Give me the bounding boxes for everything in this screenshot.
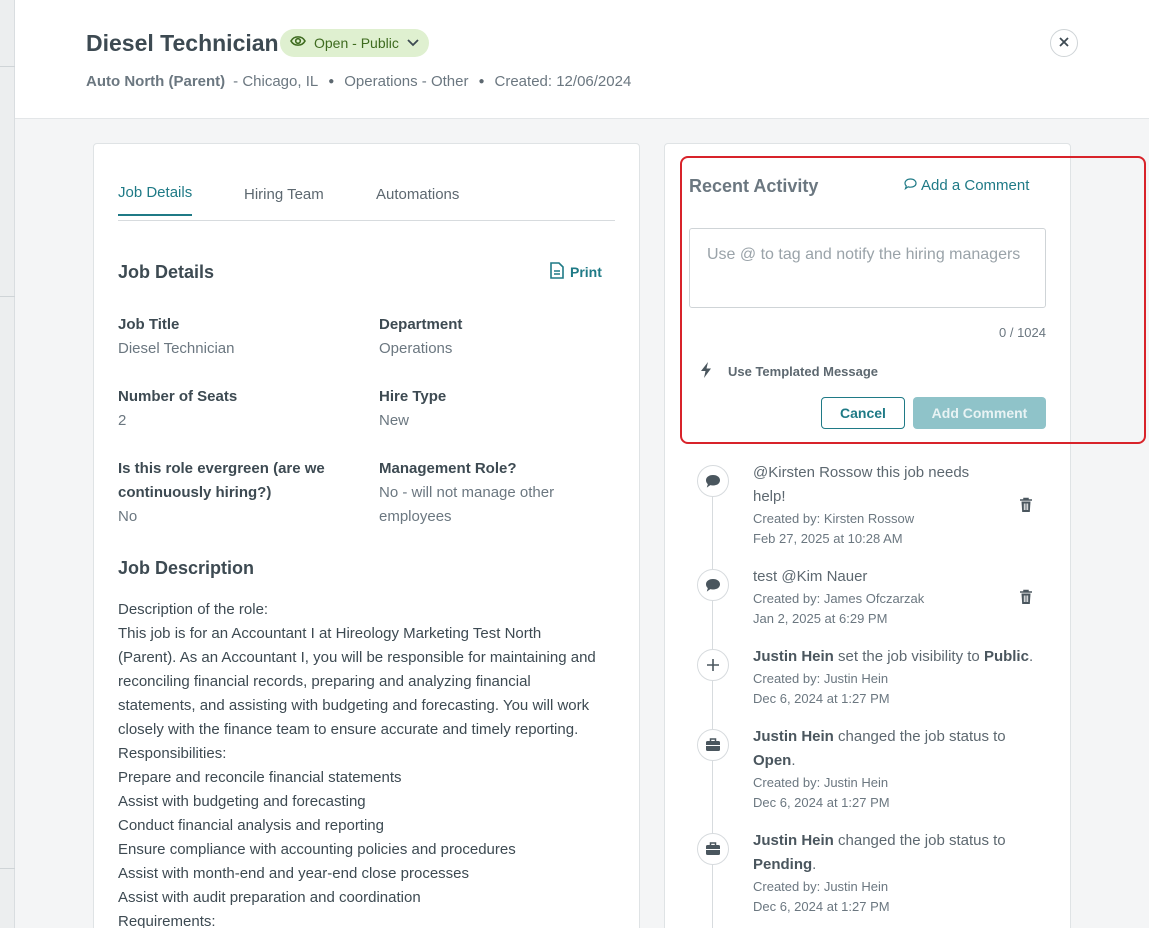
briefcase-icon xyxy=(697,729,729,761)
close-button[interactable] xyxy=(1050,29,1078,57)
document-icon xyxy=(550,262,564,282)
job-title-value: Diesel Technician xyxy=(118,340,235,357)
activity-author: Created by: Justin Hein xyxy=(753,775,889,790)
divider xyxy=(0,66,15,67)
chevron-down-icon xyxy=(407,34,419,52)
activity-date: Dec 6, 2024 at 1:27 PM xyxy=(753,795,890,810)
activity-date: Dec 6, 2024 at 1:27 PM xyxy=(753,691,890,706)
management-role-value-line1: No - will not manage other xyxy=(379,484,555,501)
job-details-heading: Job Details xyxy=(118,262,215,282)
location: - Chicago, IL xyxy=(233,73,319,90)
activity-target: Public xyxy=(983,648,1029,665)
description-line: Assist with month-end and year-end close… xyxy=(118,865,470,882)
close-icon xyxy=(1059,34,1069,52)
divider xyxy=(0,868,15,869)
tab-bar: Job Details Hiring Team Automations xyxy=(118,184,615,221)
activity-action: changed the job status to xyxy=(833,728,1006,745)
description-line: Requirements: xyxy=(118,913,216,928)
activity-author: Created by: Justin Hein xyxy=(753,671,889,686)
management-role-value-line2: employees xyxy=(379,508,452,525)
job-description-body: Description of the role: This job is for… xyxy=(118,598,618,928)
evergreen-value: No xyxy=(118,508,138,525)
description-line: Description of the role: xyxy=(118,601,269,618)
activity-action: changed the job status to xyxy=(833,832,1006,849)
trash-icon[interactable] xyxy=(1019,589,1033,605)
tab-hiring-team[interactable]: Hiring Team xyxy=(244,186,324,203)
trash-icon[interactable] xyxy=(1019,497,1033,513)
tab-job-details[interactable]: Job Details xyxy=(118,184,193,216)
activity-date: Dec 6, 2024 at 1:27 PM xyxy=(753,899,890,914)
activity-actor: Justin Hein xyxy=(753,728,834,745)
status-label: Open - Public xyxy=(314,35,399,51)
activity-author: Created by: James Ofczarzak xyxy=(753,591,925,606)
page-title: Diesel Technician xyxy=(86,30,279,56)
activity-date: Jan 2, 2025 at 6:29 PM xyxy=(753,611,888,626)
print-label: Print xyxy=(570,264,602,280)
activity-status-text: Justin Hein changed the job status to Pen… xyxy=(753,829,1043,877)
status-dropdown[interactable]: Open - Public xyxy=(280,29,429,57)
description-line: reconciling financial records, preparing… xyxy=(118,673,531,690)
description-line: This job is for an Accountant I at Hireo… xyxy=(118,625,542,642)
description-line: Ensure compliance with accounting polici… xyxy=(118,841,516,858)
activity-suffix: . xyxy=(791,752,796,769)
department-value: Operations xyxy=(379,340,453,357)
comment-icon xyxy=(697,465,729,497)
hire-type-label: Hire Type xyxy=(379,388,447,405)
description-line: closely with the finance team to ensure … xyxy=(118,721,579,738)
separator-dot: ● xyxy=(478,76,485,87)
activity-visibility-text: Justin Hein set the job visibility to Pu… xyxy=(753,645,1043,669)
activity-action: set the job visibility to xyxy=(833,648,984,665)
company-name: Auto North (Parent) xyxy=(86,73,226,90)
description-line: Assist with budgeting and forecasting xyxy=(118,793,366,810)
job-header: Diesel Technician Open - Public Auto Nor… xyxy=(15,0,1149,119)
tab-automations[interactable]: Automations xyxy=(376,186,459,203)
print-button[interactable]: Print xyxy=(550,262,602,282)
activity-author: Created by: Kirsten Rossow xyxy=(753,511,915,526)
activity-author: Created by: Justin Hein xyxy=(753,879,889,894)
activity-actor: Justin Hein xyxy=(753,832,834,849)
background-panel-edge xyxy=(0,0,15,928)
activity-comment-text: @Kirsten Rossow this job needs help! xyxy=(753,461,1043,509)
description-line: Responsibilities: xyxy=(118,745,227,762)
plus-icon xyxy=(697,649,729,681)
activity-suffix: . xyxy=(812,856,817,873)
description-line: Assist with audit preparation and coordi… xyxy=(118,889,421,906)
evergreen-label-line2: continuously hiring?) xyxy=(118,484,272,501)
job-description-heading: Job Description xyxy=(118,558,255,578)
activity-text-line: help! xyxy=(753,488,786,505)
description-line: Conduct financial analysis and reporting xyxy=(118,817,384,834)
description-line: statements, and assisting with budgeting… xyxy=(118,697,590,714)
evergreen-label-line1: Is this role evergreen (are we xyxy=(118,460,325,477)
comment-icon xyxy=(697,569,729,601)
management-role-label: Management Role? xyxy=(379,460,517,477)
department: Operations - Other xyxy=(344,73,469,90)
activity-actor: Justin Hein xyxy=(753,648,834,665)
divider xyxy=(0,296,15,297)
highlight-box xyxy=(680,156,1146,444)
job-title-label: Job Title xyxy=(118,316,180,333)
activity-target: Pending xyxy=(753,856,813,873)
seats-label: Number of Seats xyxy=(118,388,238,405)
activity-suffix: . xyxy=(1028,648,1034,665)
job-meta: Auto North (Parent) - Chicago, IL ● Oper… xyxy=(86,73,631,90)
briefcase-icon xyxy=(697,833,729,865)
activity-text-line: @Kirsten Rossow this job needs xyxy=(753,464,970,481)
activity-target: Open xyxy=(753,752,792,769)
activity-date: Feb 27, 2025 at 10:28 AM xyxy=(753,531,903,546)
seats-value: 2 xyxy=(118,412,127,429)
activity-status-text: Justin Hein changed the job status to Ope… xyxy=(753,725,1043,773)
hire-type-value: New xyxy=(379,412,410,429)
description-line: Prepare and reconcile financial statemen… xyxy=(118,769,402,786)
separator-dot: ● xyxy=(328,76,335,87)
eye-icon xyxy=(290,34,306,52)
job-details-card: Job Details Hiring Team Automations Job … xyxy=(93,143,640,928)
department-label: Department xyxy=(379,316,463,333)
description-line: (Parent). As an Accountant I, you will b… xyxy=(118,649,596,666)
created-date: Created: 12/06/2024 xyxy=(494,73,632,90)
activity-comment-text: test @Kim Nauer xyxy=(753,568,868,585)
